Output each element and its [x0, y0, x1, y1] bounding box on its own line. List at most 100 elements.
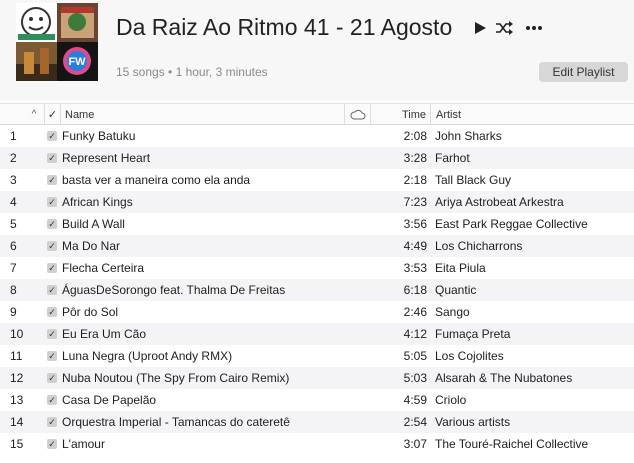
- track-number: 6: [10, 239, 17, 253]
- track-name: Flecha Certeira: [62, 261, 145, 275]
- check-column-header[interactable]: ✓: [44, 104, 60, 125]
- checkmark-icon: ✓: [47, 240, 57, 251]
- track-name: Build A Wall: [62, 217, 125, 231]
- table-row[interactable]: 1 ✓ Funky Batuku 2:08 John Sharks: [0, 125, 634, 147]
- checkmark-icon: ✓: [47, 284, 57, 295]
- table-row[interactable]: 14 ✓ Orquestra Imperial - Tamancas do cate…: [0, 411, 634, 433]
- more-icon: [526, 26, 542, 30]
- sort-column-header[interactable]: ^: [24, 104, 44, 125]
- track-name: Ma Do Nar: [62, 239, 121, 253]
- checkmark-icon: ✓: [47, 174, 57, 185]
- table-row[interactable]: 15 ✓ L'amour 3:07 The Touré-Raichel Collecti…: [0, 433, 634, 455]
- edit-playlist-button[interactable]: Edit Playlist: [539, 62, 628, 82]
- track-time: 4:49: [403, 239, 427, 253]
- track-artist: Fumaça Preta: [435, 327, 511, 341]
- table-row[interactable]: 7 ✓ Flecha Certeira 3:53 Eita Piula: [0, 257, 634, 279]
- track-list: 1 ✓ Funky Batuku 2:08 John Sharks 2 ✓ Represent…: [0, 125, 634, 455]
- checkmark-icon: ✓: [47, 152, 57, 163]
- track-checkbox[interactable]: ✓: [47, 411, 59, 433]
- table-row[interactable]: 12 ✓ Nuba Noutou (The Spy From Cairo Remix…: [0, 367, 634, 389]
- table-row[interactable]: 6 ✓ Ma Do Nar 4:49 Los Chicharrons: [0, 235, 634, 257]
- track-time: 3:28: [403, 151, 427, 165]
- track-checkbox[interactable]: ✓: [47, 279, 59, 301]
- track-time: 5:03: [403, 371, 427, 385]
- table-row[interactable]: 9 ✓ Pôr do Sol 2:46 Sango: [0, 301, 634, 323]
- track-checkbox[interactable]: ✓: [47, 257, 59, 279]
- artwork-tile-4: FW: [57, 42, 98, 81]
- table-row[interactable]: 3 ✓ basta ver a maneira como ela anda 2:18 T…: [0, 169, 634, 191]
- cloud-icon: [350, 109, 365, 120]
- time-column-header[interactable]: Time: [370, 104, 430, 125]
- playlist-header: FW Da Raiz Ao Ritmo 41 - 21 Agosto 15 so…: [0, 0, 634, 100]
- artwork-tile-3: [16, 42, 57, 81]
- table-row[interactable]: 4 ✓ African Kings 7:23 Ariya Astrobeat Arkes…: [0, 191, 634, 213]
- artwork-badge-text: FW: [68, 56, 86, 68]
- track-number: 1: [10, 129, 17, 143]
- track-checkbox[interactable]: ✓: [47, 147, 59, 169]
- track-time: 2:54: [403, 415, 427, 429]
- track-number: 10: [10, 327, 24, 341]
- track-checkbox[interactable]: ✓: [47, 323, 59, 345]
- track-artist: Criolo: [435, 393, 467, 407]
- track-name: Eu Era Um Cão: [62, 327, 147, 341]
- table-row[interactable]: 11 ✓ Luna Negra (Uproot Andy RMX) 5:05 Los C…: [0, 345, 634, 367]
- track-artist: Farhot: [435, 151, 470, 165]
- play-button[interactable]: [470, 17, 490, 39]
- playlist-summary: 15 songs • 1 hour, 3 minutes: [116, 65, 268, 79]
- track-name: Casa De Papelão: [62, 393, 157, 407]
- track-checkbox[interactable]: ✓: [47, 389, 59, 411]
- track-artist: The Touré-Raichel Collective: [435, 437, 589, 451]
- track-checkbox[interactable]: ✓: [47, 433, 59, 455]
- track-artist: Tall Black Guy: [435, 173, 512, 187]
- checkmark-icon: ✓: [47, 372, 57, 383]
- track-time: 2:08: [403, 129, 427, 143]
- more-button[interactable]: [524, 17, 544, 39]
- play-icon: [475, 22, 486, 34]
- track-number: 9: [10, 305, 17, 319]
- track-checkbox[interactable]: ✓: [47, 213, 59, 235]
- track-number: 11: [10, 349, 23, 363]
- track-checkbox[interactable]: ✓: [47, 169, 59, 191]
- track-time: 2:46: [403, 305, 427, 319]
- track-checkbox[interactable]: ✓: [47, 345, 59, 367]
- table-row[interactable]: 8 ✓ ÁguasDeSorongo feat. Thalma De Freitas…: [0, 279, 634, 301]
- table-row[interactable]: 13 ✓ Casa De Papelão 4:59 Criolo: [0, 389, 634, 411]
- shuffle-button[interactable]: [494, 17, 514, 39]
- track-name: Nuba Noutou (The Spy From Cairo Remix): [62, 371, 290, 385]
- track-time: 3:56: [403, 217, 427, 231]
- cloud-column-header[interactable]: [344, 104, 370, 125]
- table-row[interactable]: 5 ✓ Build A Wall 3:56 East Park Reggae Colle…: [0, 213, 634, 235]
- track-name: African Kings: [62, 195, 133, 209]
- track-number: 13: [10, 393, 24, 407]
- table-row[interactable]: 2 ✓ Represent Heart 3:28 Farhot: [0, 147, 634, 169]
- checkmark-icon: ✓: [47, 394, 57, 405]
- track-number: 7: [10, 261, 17, 275]
- checkmark-icon: ✓: [47, 196, 57, 207]
- name-column-header[interactable]: Name: [60, 104, 344, 125]
- track-checkbox[interactable]: ✓: [47, 125, 59, 147]
- track-checkbox[interactable]: ✓: [47, 191, 59, 213]
- track-checkbox[interactable]: ✓: [47, 301, 59, 323]
- track-number: 3: [10, 173, 17, 187]
- playlist-artwork[interactable]: FW: [16, 3, 98, 82]
- track-name: Pôr do Sol: [62, 305, 119, 319]
- track-artist: Eita Piula: [435, 261, 486, 275]
- track-time: 5:05: [403, 349, 427, 363]
- track-name: Orquestra Imperial - Tamancas do cateret…: [62, 415, 290, 429]
- track-time: 3:53: [403, 261, 427, 275]
- track-artist: Ariya Astrobeat Arkestra: [435, 195, 564, 209]
- track-checkbox[interactable]: ✓: [47, 235, 59, 257]
- checkmark-icon: ✓: [47, 306, 57, 317]
- track-name: Funky Batuku: [62, 129, 136, 143]
- track-number: 12: [10, 371, 24, 385]
- artist-column-header[interactable]: Artist: [430, 104, 634, 125]
- track-name: L'amour: [62, 437, 105, 451]
- track-number: 4: [10, 195, 17, 209]
- table-row[interactable]: 10 ✓ Eu Era Um Cão 4:12 Fumaça Preta: [0, 323, 634, 345]
- checkmark-icon: ✓: [47, 218, 57, 229]
- track-artist: Sango: [435, 305, 470, 319]
- column-header: ^ ✓ Name Time Artist: [0, 103, 634, 125]
- artwork-tile-2: [57, 3, 98, 42]
- track-name: basta ver a maneira como ela anda: [62, 173, 251, 187]
- track-checkbox[interactable]: ✓: [47, 367, 59, 389]
